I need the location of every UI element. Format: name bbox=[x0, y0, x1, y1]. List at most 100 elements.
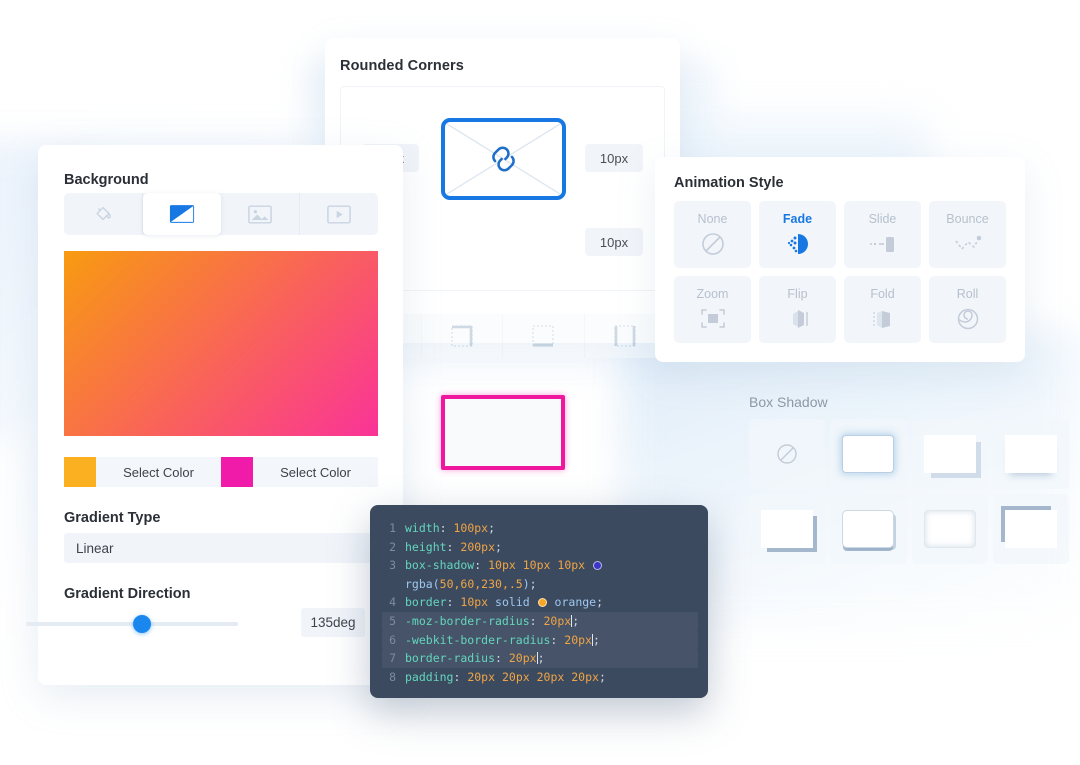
animation-option-none[interactable]: None bbox=[674, 201, 751, 268]
line-number: 7 bbox=[389, 651, 396, 666]
animation-option-zoom[interactable]: Zoom bbox=[674, 276, 751, 343]
background-tab-color[interactable] bbox=[64, 193, 143, 235]
color-swatch-start[interactable] bbox=[64, 457, 96, 487]
background-tab-image[interactable] bbox=[221, 193, 300, 235]
select-color-button-1[interactable]: Select Color bbox=[96, 457, 221, 487]
shadow-top-left-icon bbox=[1004, 510, 1057, 548]
box-shadow-option-inner[interactable] bbox=[911, 494, 988, 564]
css-value: 10px bbox=[460, 595, 489, 610]
line-number: 1 bbox=[389, 521, 396, 535]
color-preview-dot-border[interactable] bbox=[537, 598, 547, 608]
border-bottom-icon bbox=[532, 325, 555, 347]
animation-option-label: Fold bbox=[870, 287, 895, 301]
animation-option-flip[interactable]: Flip bbox=[759, 276, 836, 343]
border-left-right-icon bbox=[613, 325, 636, 347]
corner-preview-box[interactable] bbox=[441, 118, 566, 200]
code-line: 7 border-radius: 20px; bbox=[382, 649, 698, 668]
color-swatch-end[interactable] bbox=[221, 457, 253, 487]
css-value: 20px bbox=[501, 669, 530, 684]
css-value: 20px bbox=[571, 669, 599, 684]
shadow-bottom-right-icon bbox=[923, 435, 976, 473]
slide-icon bbox=[869, 237, 894, 252]
animation-style-grid: None Fade Slide Bounce Zoom Flip Fold Ro… bbox=[674, 201, 1006, 343]
corner-value-bottom-right[interactable]: 10px bbox=[585, 228, 643, 256]
no-shadow-icon bbox=[777, 444, 797, 464]
code-line: 4 border: 10px solid orange; bbox=[382, 593, 698, 612]
animation-option-bounce[interactable]: Bounce bbox=[929, 201, 1006, 268]
gradient-type-select[interactable]: Linear bbox=[64, 533, 378, 563]
background-tab-gradient[interactable] bbox=[143, 193, 221, 235]
code-line: 2 height: 200px; bbox=[382, 538, 698, 557]
line-number: 4 bbox=[389, 595, 396, 610]
fade-icon bbox=[787, 234, 808, 254]
box-shadow-option-none[interactable] bbox=[749, 419, 826, 489]
code-editor-panel[interactable]: 1 width: 100px; 2 height: 200px; 3 box-s… bbox=[370, 505, 708, 698]
shadow-outline-bottom-icon bbox=[842, 510, 895, 548]
roll-icon bbox=[957, 308, 978, 330]
color-stop-row: Select Color Select Color bbox=[64, 457, 378, 487]
animation-option-label: Bounce bbox=[946, 212, 989, 226]
link-icon bbox=[446, 123, 561, 195]
box-shadow-grid bbox=[749, 419, 1069, 564]
fold-icon bbox=[872, 311, 890, 328]
css-value: 20px bbox=[564, 632, 592, 647]
select-color-button-2[interactable]: Select Color bbox=[253, 457, 378, 487]
shadow-glow-icon bbox=[842, 435, 895, 473]
animation-option-label: Zoom bbox=[696, 287, 729, 301]
css-value: 20px bbox=[536, 669, 565, 684]
box-shadow-option-bottom-right-hard[interactable] bbox=[749, 494, 826, 564]
line-number: 8 bbox=[389, 669, 396, 684]
css-property: border-radius bbox=[405, 651, 496, 666]
gradient-direction-label: Gradient Direction bbox=[64, 586, 191, 602]
code-line: 6 -webkit-border-radius: 20px; bbox=[382, 630, 698, 650]
flip-icon bbox=[792, 310, 808, 328]
css-value: 20px bbox=[543, 613, 572, 628]
animation-option-fold[interactable]: Fold bbox=[844, 276, 921, 343]
box-shadow-option-top-left[interactable] bbox=[992, 494, 1069, 564]
color-stop-2[interactable]: Select Color bbox=[221, 457, 378, 487]
no-entry-icon bbox=[701, 233, 724, 255]
css-value: 100px bbox=[453, 521, 489, 535]
color-stop-1[interactable]: Select Color bbox=[64, 457, 221, 487]
shadow-bottom-right-hard-icon bbox=[761, 510, 814, 548]
css-value: 10px bbox=[522, 558, 551, 573]
gradient-type-label: Gradient Type bbox=[64, 510, 161, 526]
animation-option-roll[interactable]: Roll bbox=[929, 276, 1006, 343]
css-property: border bbox=[405, 595, 447, 610]
pink-border-preview-box bbox=[441, 395, 565, 470]
animation-option-label: Slide bbox=[868, 212, 897, 226]
zoom-icon bbox=[700, 309, 725, 328]
box-shadow-option-bottom-right[interactable] bbox=[911, 419, 988, 489]
background-type-tabs[interactable] bbox=[64, 193, 378, 235]
gradient-direction-slider-track[interactable] bbox=[26, 622, 238, 626]
gradient-direction-value[interactable]: 135deg bbox=[301, 608, 365, 637]
animation-style-title: Animation Style bbox=[674, 175, 784, 191]
css-value: 200px bbox=[460, 539, 496, 554]
css-property: padding bbox=[405, 669, 454, 684]
code-line: 1 width: 100px; bbox=[382, 519, 698, 538]
border-position-option[interactable] bbox=[503, 314, 585, 358]
gradient-direction-slider-thumb[interactable] bbox=[133, 615, 151, 633]
css-value: 20px bbox=[467, 669, 496, 684]
line-number: 2 bbox=[389, 539, 396, 554]
box-shadow-title: Box Shadow bbox=[749, 394, 828, 410]
box-shadow-option-bottom-soft[interactable] bbox=[992, 419, 1069, 489]
css-function: rgba bbox=[405, 576, 433, 591]
animation-option-label: Flip bbox=[787, 287, 808, 301]
corner-value-top-right[interactable]: 10px bbox=[585, 144, 643, 172]
color-preview-dot-shadow[interactable] bbox=[593, 561, 603, 571]
border-position-option[interactable] bbox=[585, 314, 666, 358]
line-number: 3 bbox=[389, 558, 396, 573]
gradient-icon bbox=[169, 205, 195, 223]
box-shadow-option-outline-bottom[interactable] bbox=[830, 494, 907, 564]
animation-option-fade[interactable]: Fade bbox=[759, 201, 836, 268]
border-position-option[interactable] bbox=[422, 314, 503, 358]
shadow-bottom-soft-icon bbox=[1004, 435, 1057, 473]
animation-option-slide[interactable]: Slide bbox=[844, 201, 921, 268]
box-shadow-option-glow[interactable] bbox=[830, 419, 907, 489]
video-icon bbox=[327, 204, 351, 224]
line-number: 6 bbox=[389, 632, 396, 647]
background-tab-video[interactable] bbox=[300, 193, 378, 235]
shadow-inner-icon bbox=[923, 510, 976, 548]
rounded-corners-title: Rounded Corners bbox=[340, 58, 464, 74]
